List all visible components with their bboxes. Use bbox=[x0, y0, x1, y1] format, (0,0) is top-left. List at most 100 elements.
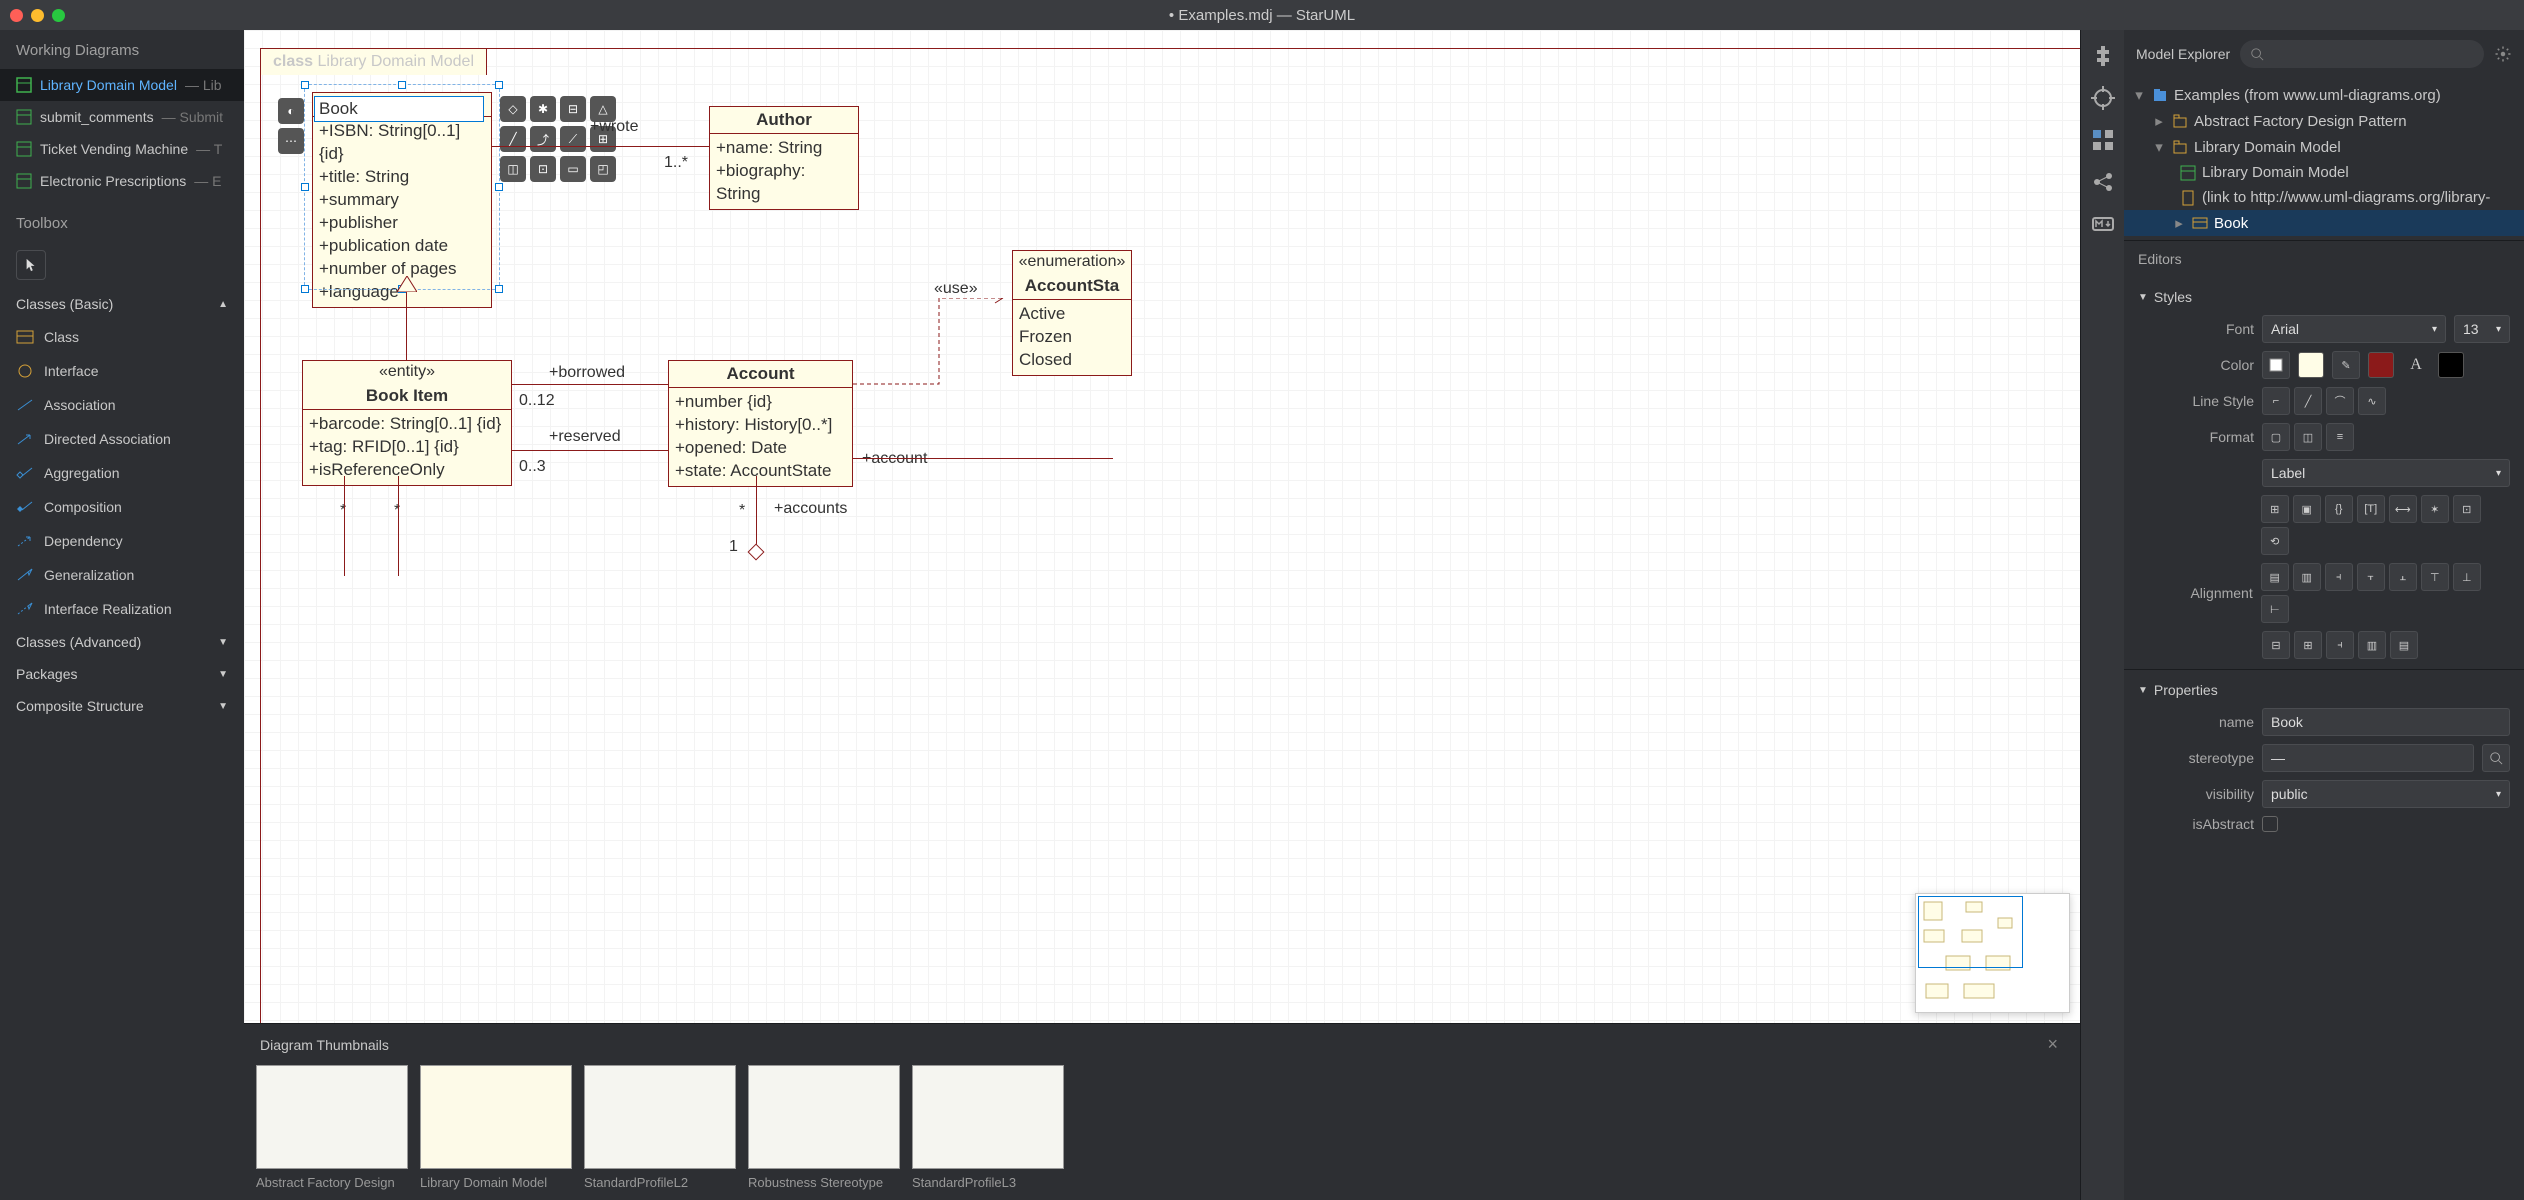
quick-op5[interactable]: ◰ bbox=[590, 156, 616, 182]
align-3[interactable]: ⫞ bbox=[2325, 563, 2353, 591]
tool-generalization[interactable]: Generalization bbox=[0, 558, 244, 592]
thumbnail-item[interactable]: StandardProfileL3 bbox=[912, 1065, 1064, 1190]
assoc-borrowed[interactable] bbox=[512, 384, 668, 385]
class-account[interactable]: Account +number {id} +history: History[0… bbox=[668, 360, 853, 487]
thumbnail-item[interactable]: Robustness Stereotype bbox=[748, 1065, 900, 1190]
linestyle-rect[interactable]: ⌐ bbox=[2262, 387, 2290, 415]
text-swatch[interactable] bbox=[2438, 352, 2464, 378]
quick-op3[interactable]: ⊡ bbox=[530, 156, 556, 182]
line-swatch[interactable] bbox=[2368, 352, 2394, 378]
format-3[interactable]: ≡ bbox=[2326, 423, 2354, 451]
tool-interface-realization[interactable]: Interface Realization bbox=[0, 592, 244, 626]
line-picker[interactable]: ✎ bbox=[2332, 351, 2360, 379]
prop-abstract-checkbox[interactable] bbox=[2262, 816, 2278, 832]
linestyle-rounded[interactable]: ⌒ bbox=[2326, 387, 2354, 415]
align-b1[interactable]: ⊟ bbox=[2262, 631, 2290, 659]
quick-settings[interactable]: ✱ bbox=[530, 96, 556, 122]
assoc-down3[interactable] bbox=[756, 476, 757, 546]
minimize-dot[interactable] bbox=[31, 9, 44, 22]
fmt-g[interactable]: ⊡ bbox=[2453, 495, 2481, 523]
fmt-e[interactable]: ⟷ bbox=[2389, 495, 2417, 523]
thumbnail-item[interactable]: Library Domain Model bbox=[420, 1065, 572, 1190]
target-icon[interactable] bbox=[2091, 86, 2115, 110]
fmt-a[interactable]: ⊞ bbox=[2261, 495, 2289, 523]
quick-op2[interactable]: ◫ bbox=[500, 156, 526, 182]
gen-bookitem-book[interactable] bbox=[406, 290, 407, 360]
quick-visibility[interactable]: ◐ bbox=[278, 98, 304, 124]
font-size-select[interactable]: 13▾ bbox=[2454, 315, 2510, 343]
assoc-down2[interactable] bbox=[398, 476, 399, 576]
quick-assoc[interactable]: ╱ bbox=[500, 126, 526, 152]
prop-stereo-search[interactable] bbox=[2482, 744, 2510, 772]
prop-stereo-input[interactable]: — bbox=[2262, 744, 2474, 772]
extensions-icon[interactable] bbox=[2091, 44, 2115, 68]
model-search[interactable] bbox=[2240, 40, 2484, 68]
align-b2[interactable]: ⊞ bbox=[2294, 631, 2322, 659]
align-2[interactable]: ▥ bbox=[2293, 563, 2321, 591]
markdown-icon[interactable] bbox=[2091, 212, 2115, 236]
assoc-down1[interactable] bbox=[344, 476, 345, 576]
tree-item[interactable]: Library Domain Model bbox=[2124, 160, 2524, 185]
thumbnail-item[interactable]: StandardProfileL2 bbox=[584, 1065, 736, 1190]
tree-item[interactable]: (link to http://www.uml-diagrams.org/lib… bbox=[2124, 185, 2524, 210]
align-8[interactable]: ⊢ bbox=[2261, 595, 2289, 623]
grid-icon[interactable] bbox=[2091, 128, 2115, 152]
format-select[interactable]: Label▾ bbox=[2262, 459, 2510, 487]
linestyle-oblique[interactable]: ╱ bbox=[2294, 387, 2322, 415]
quick-more[interactable]: ⋯ bbox=[278, 128, 304, 154]
thumbnail-item[interactable]: Abstract Factory Design bbox=[256, 1065, 408, 1190]
toolbox-section-classes-basic[interactable]: Classes (Basic) ▲ bbox=[0, 288, 244, 320]
font-select[interactable]: Arial▾ bbox=[2262, 315, 2446, 343]
minimap-viewport[interactable] bbox=[1918, 896, 2023, 968]
enum-accountstate[interactable]: «enumeration» AccountSta Active Frozen C… bbox=[1012, 250, 1132, 376]
prop-name-input[interactable]: Book bbox=[2262, 708, 2510, 736]
fmt-c[interactable]: {} bbox=[2325, 495, 2353, 523]
tool-composition[interactable]: Composition bbox=[0, 490, 244, 524]
tool-interface[interactable]: Interface bbox=[0, 354, 244, 388]
fmt-h[interactable]: ⟲ bbox=[2261, 527, 2289, 555]
tree-item[interactable]: ▾ Library Domain Model bbox=[2124, 134, 2524, 160]
properties-title[interactable]: ▼Properties bbox=[2138, 676, 2510, 704]
align-7[interactable]: ⊥ bbox=[2453, 563, 2481, 591]
tool-dependency[interactable]: Dependency bbox=[0, 524, 244, 558]
tree-root[interactable]: ▾ Examples (from www.uml-diagrams.org) bbox=[2124, 82, 2524, 108]
tool-aggregation[interactable]: Aggregation bbox=[0, 456, 244, 490]
assoc-reserved[interactable] bbox=[512, 450, 668, 451]
quick-add-attr[interactable]: ◇ bbox=[500, 96, 526, 122]
zoom-dot[interactable] bbox=[52, 9, 65, 22]
quick-delete[interactable]: ⊟ bbox=[560, 96, 586, 122]
tree-item[interactable]: ▸ Abstract Factory Design Pattern bbox=[2124, 108, 2524, 134]
working-diagram-item[interactable]: Ticket Vending Machine — T bbox=[0, 133, 244, 165]
toolbox-section-packages[interactable]: Packages▼ bbox=[0, 658, 244, 690]
linestyle-curve[interactable]: ∿ bbox=[2358, 387, 2386, 415]
expand-icon[interactable]: ▸ bbox=[2172, 214, 2186, 232]
gear-icon[interactable] bbox=[2494, 45, 2512, 63]
align-b3[interactable]: ⫞ bbox=[2326, 631, 2354, 659]
working-diagram-item[interactable]: submit_comments — Submit bbox=[0, 101, 244, 133]
tool-association[interactable]: Association bbox=[0, 388, 244, 422]
quick-op4[interactable]: ▭ bbox=[560, 156, 586, 182]
assoc-book-author[interactable] bbox=[492, 146, 709, 147]
format-2[interactable]: ◫ bbox=[2294, 423, 2322, 451]
tool-directed-association[interactable]: Directed Association bbox=[0, 422, 244, 456]
close-dot[interactable] bbox=[10, 9, 23, 22]
align-6[interactable]: ⊤ bbox=[2421, 563, 2449, 591]
prop-visibility-select[interactable]: public▾ bbox=[2262, 780, 2510, 808]
class-author[interactable]: Author +name: String +biography: String bbox=[709, 106, 859, 210]
class-bookitem[interactable]: «entity» Book Item +barcode: String[0..1… bbox=[302, 360, 512, 486]
assoc-account-right[interactable] bbox=[853, 458, 1113, 459]
fmt-b[interactable]: ▣ bbox=[2293, 495, 2321, 523]
format-1[interactable]: ▢ bbox=[2262, 423, 2290, 451]
minimap[interactable] bbox=[1915, 893, 2070, 1013]
dep-account-state[interactable] bbox=[853, 298, 1013, 388]
close-thumbnails-button[interactable]: × bbox=[2041, 1034, 2064, 1055]
pointer-tool[interactable] bbox=[16, 250, 46, 280]
toolbox-section-composite[interactable]: Composite Structure▼ bbox=[0, 690, 244, 722]
quick-real[interactable]: ⟋ bbox=[560, 126, 586, 152]
text-color-picker[interactable]: A bbox=[2402, 351, 2430, 379]
align-1[interactable]: ▤ bbox=[2261, 563, 2289, 591]
styles-title[interactable]: ▼Styles bbox=[2138, 283, 2510, 311]
expand-icon[interactable]: ▸ bbox=[2152, 112, 2166, 130]
tree-item-selected[interactable]: ▸ Book bbox=[2124, 210, 2524, 236]
toolbox-section-classes-advanced[interactable]: Classes (Advanced)▼ bbox=[0, 626, 244, 658]
